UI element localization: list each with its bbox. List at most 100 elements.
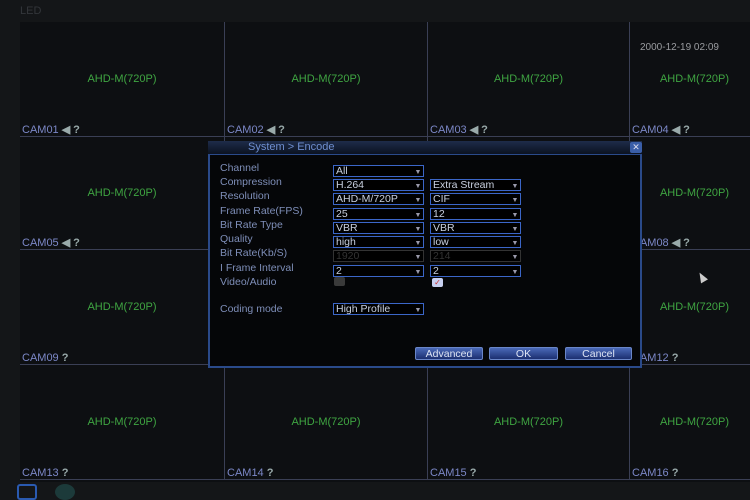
main-stream-dropdown[interactable]: H.264 ▼ [333, 179, 424, 191]
camera-label: CAM04 ◀︎? [632, 124, 690, 136]
chevron-down-icon: ▼ [511, 254, 519, 261]
camera-cell[interactable]: AHD-M(720P) CAM15? [428, 365, 630, 480]
chevron-down-icon: ▼ [414, 197, 422, 204]
field-label: Resolution [220, 190, 270, 202]
field-label: I Frame Interval [220, 262, 294, 274]
camera-cell[interactable]: AHD-M(720P) CAM14? [225, 365, 428, 480]
extra-stream-dropdown[interactable]: VBR ▼ [430, 222, 521, 234]
signal-label: AHD-M(720P) [87, 187, 157, 200]
audio-icon: ◀︎ [61, 124, 71, 136]
camera-cell[interactable]: AHD-M(720P) CAM04 ◀︎? [630, 22, 750, 137]
no-video-icon: ? [683, 237, 690, 249]
ok-button[interactable]: OK [489, 347, 558, 360]
main-stream-dropdown[interactable]: 1920 ▼ [333, 250, 424, 262]
extra-stream-dropdown[interactable]: Extra Stream ▼ [430, 179, 521, 191]
camera-cell[interactable]: AHD-M(720P) CAM03 ◀︎? [428, 22, 630, 137]
chevron-down-icon: ▼ [511, 240, 519, 247]
camera-cell[interactable]: AHD-M(720P) CAM02 ◀︎? [225, 22, 428, 137]
dialog-title: System > Encode [208, 141, 642, 155]
chevron-down-icon: ▼ [511, 269, 519, 276]
camera-cell[interactable]: AHD-M(720P) CAM05 ◀︎? [20, 137, 225, 250]
close-icon[interactable]: ✕ [630, 142, 642, 153]
extra-stream-dropdown[interactable]: 214 ▼ [430, 250, 521, 262]
signal-label: AHD-M(720P) [659, 187, 730, 200]
chevron-down-icon: ▼ [511, 183, 519, 190]
camera-label: CAM01 ◀︎? [22, 124, 80, 136]
signal-label: AHD-M(720P) [493, 73, 564, 86]
camera-cell[interactable]: AHD-M(720P) CAM13? [20, 365, 225, 480]
camera-cell[interactable]: AHD-M(720P) CAM16? [630, 365, 750, 480]
no-video-icon: ? [73, 124, 80, 136]
signal-label: AHD-M(720P) [87, 416, 157, 429]
chevron-down-icon: ▼ [414, 226, 422, 233]
camera-label: CAM15? [430, 467, 477, 479]
no-video-icon: ? [266, 467, 274, 479]
chevron-down-icon: ▼ [511, 226, 519, 233]
signal-label: AHD-M(720P) [659, 416, 730, 429]
taskbar-menu-icon[interactable] [17, 484, 37, 500]
audio-icon: ◀︎ [469, 124, 479, 136]
no-video-icon: ? [683, 124, 690, 136]
chevron-down-icon: ▼ [414, 212, 422, 219]
camera-label: CAM13? [22, 467, 69, 479]
extra-stream-dropdown[interactable]: CIF ▼ [430, 193, 521, 205]
signal-label: AHD-M(720P) [659, 301, 730, 314]
chevron-down-icon: ▼ [414, 169, 422, 176]
main-stream-dropdown[interactable]: VBR ▼ [333, 222, 424, 234]
main-stream-dropdown[interactable]: 25 ▼ [333, 208, 424, 220]
no-video-icon: ? [61, 352, 69, 364]
main-video-audio-checkbox[interactable] [334, 277, 345, 286]
camera-cell[interactable]: AHD-M(720P) CAM09? [20, 250, 225, 365]
chevron-down-icon: ▼ [414, 254, 422, 261]
chevron-down-icon: ▼ [414, 307, 422, 314]
camera-cell[interactable]: AHD-M(720P) CAM08 ◀︎? [630, 137, 750, 250]
cancel-button[interactable]: Cancel [565, 347, 632, 360]
no-video-icon: ? [61, 467, 69, 479]
clock: 2000-12-19 02:09 [640, 42, 719, 53]
main-stream-dropdown[interactable]: 2 ▼ [333, 265, 424, 277]
coding-mode-dropdown[interactable]: High Profile ▼ [333, 303, 424, 315]
field-label: Compression [220, 176, 282, 188]
extra-video-audio-checkbox[interactable]: ✓ [432, 278, 443, 287]
main-stream-dropdown[interactable]: All ▼ [333, 165, 424, 177]
signal-label: AHD-M(720P) [493, 416, 564, 429]
main-stream-dropdown[interactable]: high ▼ [333, 236, 424, 248]
no-video-icon: ? [481, 124, 488, 136]
audio-icon: ◀︎ [671, 237, 681, 249]
taskbar-record-icon[interactable] [55, 484, 75, 500]
signal-label: AHD-M(720P) [291, 73, 361, 86]
audio-icon: ◀︎ [61, 237, 71, 249]
extra-stream-dropdown[interactable]: 2 ▼ [430, 265, 521, 277]
encode-dialog: System > Encode ✕ Advanced OK Cancel Cha… [208, 141, 642, 368]
signal-label: AHD-M(720P) [291, 416, 361, 429]
signal-label: AHD-M(720P) [87, 73, 157, 86]
camera-cell[interactable]: AHD-M(720P) CAM12? [630, 250, 750, 365]
field-label: Channel [220, 162, 260, 174]
camera-cell[interactable]: AHD-M(720P) CAM01 ◀︎? [20, 22, 225, 137]
camera-label: CAM09? [22, 352, 69, 364]
camera-label: CAM03 ◀︎? [430, 124, 488, 136]
field-label: Bit Rate(Kb/S) [220, 247, 288, 259]
monitor-bezel-label: LED [20, 5, 42, 17]
field-label: Coding mode [220, 303, 283, 315]
extra-stream-dropdown[interactable]: 12 ▼ [430, 208, 521, 220]
main-stream-dropdown[interactable]: AHD-M/720P ▼ [333, 193, 424, 205]
signal-label: AHD-M(720P) [87, 301, 157, 314]
camera-label: CAM16? [632, 467, 679, 479]
camera-label: CAM05 ◀︎? [22, 237, 80, 249]
signal-label: AHD-M(720P) [659, 73, 730, 86]
audio-icon: ◀︎ [266, 124, 276, 136]
camera-label: CAM02 ◀︎? [227, 124, 285, 136]
audio-icon: ◀︎ [671, 124, 681, 136]
field-label: Video/Audio [220, 276, 277, 288]
advanced-button[interactable]: Advanced [415, 347, 483, 360]
no-video-icon: ? [73, 237, 80, 249]
no-video-icon: ? [671, 467, 679, 479]
chevron-down-icon: ▼ [511, 212, 519, 219]
extra-stream-dropdown[interactable]: low ▼ [430, 236, 521, 248]
no-video-icon: ? [671, 352, 679, 364]
chevron-down-icon: ▼ [511, 197, 519, 204]
field-label: Quality [220, 233, 253, 245]
chevron-down-icon: ▼ [414, 183, 422, 190]
no-video-icon: ? [469, 467, 477, 479]
